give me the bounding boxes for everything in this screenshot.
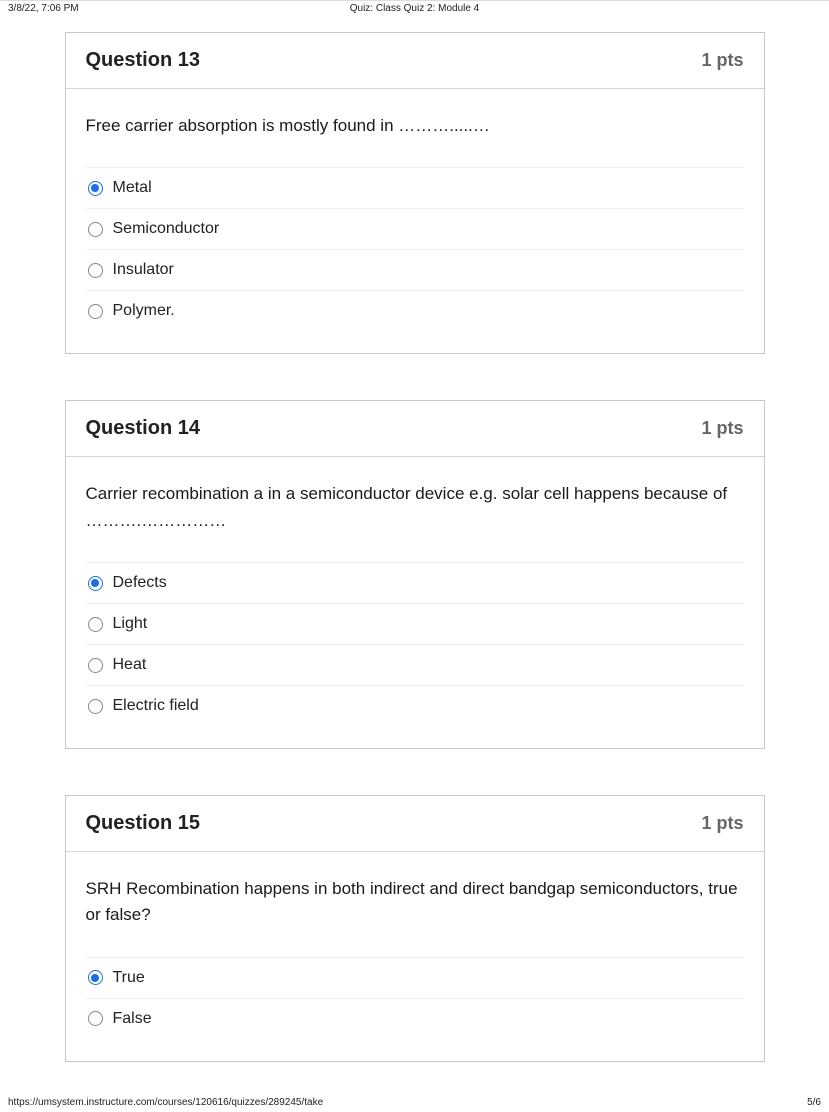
radio-icon [88,304,103,319]
question-card-13: Question 13 1 pts Free carrier absorptio… [65,32,765,354]
question-card-14: Question 14 1 pts Carrier recombination … [65,400,765,749]
radio-icon [88,576,103,591]
question-header: Question 13 1 pts [66,33,764,89]
question-text: SRH Recombination happens in both indire… [86,876,744,929]
question-title: Question 13 [86,49,200,72]
option-label: Defects [113,574,167,592]
option-label: Electric field [113,697,199,715]
radio-icon [88,617,103,632]
question-card-15: Question 15 1 pts SRH Recombination happ… [65,795,765,1062]
option-label: False [113,1010,152,1028]
option-insulator[interactable]: Insulator [86,250,744,291]
option-true[interactable]: True [86,958,744,999]
footer-url: https://umsystem.instructure.com/courses… [8,1097,323,1108]
option-false[interactable]: False [86,999,744,1039]
question-points: 1 pts [701,813,743,834]
radio-icon [88,181,103,196]
question-text: Free carrier absorption is mostly found … [86,113,744,139]
option-label: Heat [113,656,147,674]
question-points: 1 pts [701,50,743,71]
option-metal[interactable]: Metal [86,168,744,209]
question-body: Free carrier absorption is mostly found … [66,89,764,353]
question-points: 1 pts [701,418,743,439]
question-title: Question 15 [86,812,200,835]
option-label: Semiconductor [113,220,220,238]
radio-icon [88,699,103,714]
print-header: 3/8/22, 7:06 PM [0,1,829,14]
page: 3/8/22, 7:06 PM Quiz: Class Quiz 2: Modu… [0,0,829,1112]
question-header: Question 14 1 pts [66,401,764,457]
option-light[interactable]: Light [86,604,744,645]
radio-icon [88,222,103,237]
option-label: True [113,969,145,987]
radio-icon [88,1011,103,1026]
option-label: Insulator [113,261,174,279]
radio-icon [88,263,103,278]
options-list: True False [86,957,744,1039]
options-list: Defects Light Heat Electric field [86,562,744,726]
print-footer: https://umsystem.instructure.com/courses… [0,1097,829,1108]
option-polymer[interactable]: Polymer. [86,291,744,331]
question-body: Carrier recombination a in a semiconduct… [66,457,764,748]
option-electric-field[interactable]: Electric field [86,686,744,726]
option-label: Metal [113,179,152,197]
question-body: SRH Recombination happens in both indire… [66,852,764,1061]
options-list: Metal Semiconductor Insulator Polymer. [86,167,744,331]
radio-icon [88,970,103,985]
option-semiconductor[interactable]: Semiconductor [86,209,744,250]
question-title: Question 14 [86,417,200,440]
option-heat[interactable]: Heat [86,645,744,686]
radio-icon [88,658,103,673]
option-defects[interactable]: Defects [86,563,744,604]
print-timestamp: 3/8/22, 7:06 PM [8,3,79,14]
footer-page: 5/6 [807,1097,821,1108]
option-label: Polymer. [113,302,175,320]
quiz-content: Question 13 1 pts Free carrier absorptio… [0,14,829,1102]
option-label: Light [113,615,148,633]
question-text: Carrier recombination a in a semiconduct… [86,481,744,534]
question-header: Question 15 1 pts [66,796,764,852]
